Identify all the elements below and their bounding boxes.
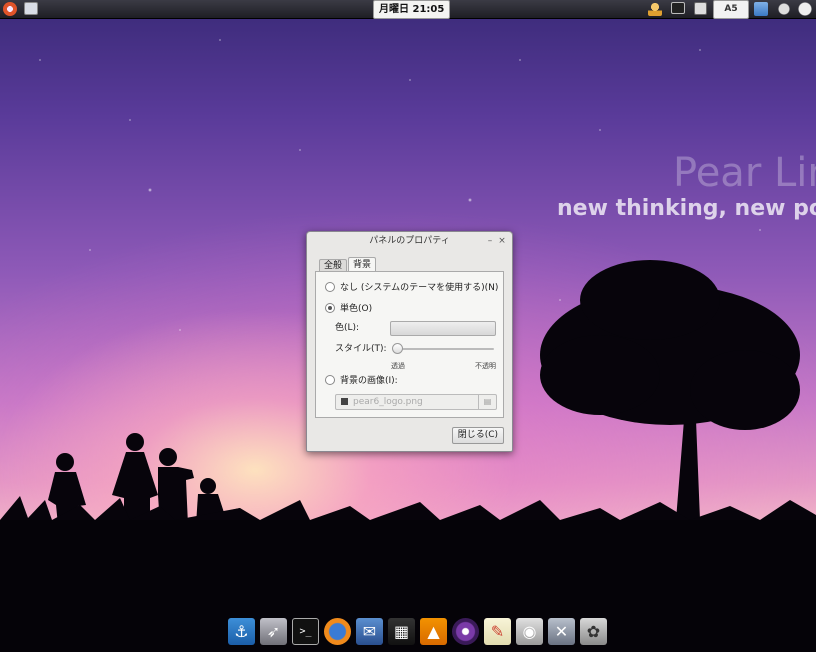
style-label: スタイル(T): xyxy=(335,344,387,354)
background-tab-panel: なし (システムのテーマを使用する)(N) 単色(O) 色(L): スタイル(T… xyxy=(315,271,504,418)
folder-icon[interactable] xyxy=(754,2,768,16)
vlc-icon[interactable]: ▲ xyxy=(420,618,447,645)
none-radio[interactable] xyxy=(325,281,335,292)
display-icon[interactable] xyxy=(671,2,685,14)
dialog-tabs: 全般 背景 xyxy=(319,257,377,272)
background-image-radio[interactable] xyxy=(325,374,335,385)
background-image-option[interactable]: 背景の画像(I): xyxy=(325,374,398,387)
eye-icon[interactable] xyxy=(452,618,479,645)
mail-icon[interactable]: ✉ xyxy=(356,618,383,645)
style-slider[interactable] xyxy=(396,348,494,350)
tools-icon[interactable]: ✕ xyxy=(548,618,575,645)
tree-trunk xyxy=(676,378,700,520)
applications-menu-icon[interactable] xyxy=(3,2,17,16)
none-option[interactable]: なし (システムのテーマを使用する)(N) xyxy=(325,281,499,294)
tree-canopy xyxy=(540,285,800,425)
open-folder-icon[interactable]: ▤ xyxy=(478,395,496,409)
firefox-icon[interactable] xyxy=(324,618,351,645)
solid-color-option[interactable]: 単色(O) xyxy=(325,302,373,315)
image-file-chooser[interactable]: pear6_logo.png ▤ xyxy=(335,394,497,410)
panel-properties-dialog: パネルのプロパティ – × 全般 背景 なし (システムのテーマを使用する)(N)… xyxy=(306,231,513,452)
chat-icon[interactable] xyxy=(777,2,791,16)
color-picker-button[interactable] xyxy=(390,321,496,336)
close-button[interactable]: 閉じる(C) xyxy=(451,427,504,444)
none-option-label: なし (システムのテーマを使用する)(N) xyxy=(340,283,499,293)
user-icon[interactable] xyxy=(648,2,662,16)
wallpaper-logo-text: Pear Lin xyxy=(673,150,816,196)
anchor-icon[interactable]: ⚓ xyxy=(228,618,255,645)
gimp-icon[interactable]: ✿ xyxy=(580,618,607,645)
solid-color-label: 単色(O) xyxy=(340,304,373,314)
keyboard-indicator[interactable]: A5 xyxy=(713,0,749,19)
rocket-icon[interactable]: ➶ xyxy=(260,618,287,645)
color-label: 色(L): xyxy=(335,323,360,333)
slider-min-label: 透過 xyxy=(391,362,405,370)
terminal-icon[interactable]: >_ xyxy=(292,618,319,645)
show-desktop-icon[interactable] xyxy=(24,2,38,15)
dock: ⚓ ➶ >_ ✉ ▦ ▲ ✎ ◉ ✕ ✿ xyxy=(228,618,607,650)
wallpaper-tagline: new thinking, new pos xyxy=(557,196,816,221)
image-file-icon xyxy=(341,398,348,405)
style-slider-handle[interactable] xyxy=(392,343,403,354)
solid-color-radio[interactable] xyxy=(325,302,335,313)
image-file-name: pear6_logo.png xyxy=(353,397,423,407)
top-panel: 月曜日 21:05 A5 xyxy=(0,0,816,19)
close-icon[interactable]: × xyxy=(497,232,507,250)
video-editor-icon[interactable]: ▦ xyxy=(388,618,415,645)
dialog-titlebar[interactable]: パネルのプロパティ – × xyxy=(307,232,512,250)
tab-background[interactable]: 背景 xyxy=(348,257,377,272)
camera-icon[interactable]: ◉ xyxy=(516,618,543,645)
power-icon[interactable] xyxy=(798,2,812,16)
background-image-label: 背景の画像(I): xyxy=(340,376,398,386)
minimize-button[interactable]: – xyxy=(485,232,495,250)
people-silhouettes xyxy=(48,433,246,525)
edit-icon[interactable] xyxy=(694,2,707,15)
notes-icon[interactable]: ✎ xyxy=(484,618,511,645)
clock[interactable]: 月曜日 21:05 xyxy=(373,0,451,19)
slider-max-label: 不透明 xyxy=(475,362,496,370)
dialog-title: パネルのプロパティ xyxy=(369,236,450,246)
